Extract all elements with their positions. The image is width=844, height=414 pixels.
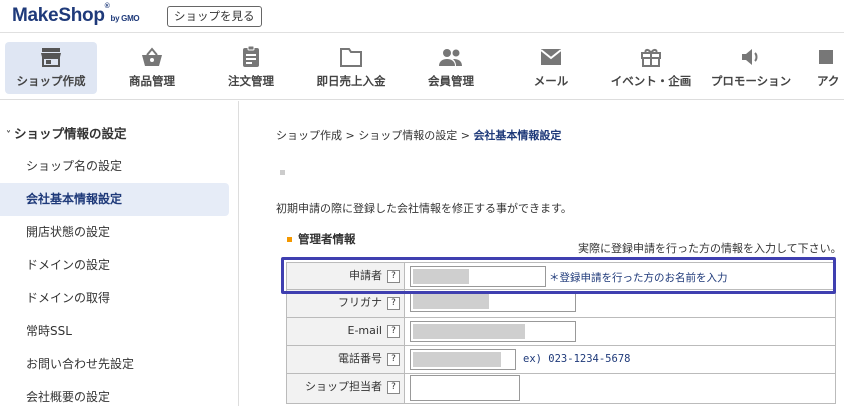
form-row-phone: 電話番号? ex) 023-1234-5678	[286, 346, 836, 374]
applicant-hint: ＊登録申請を行った方のお名前を入力	[549, 272, 728, 284]
furigana-input[interactable]	[410, 291, 576, 312]
sidebar: ˅ ショップ情報の設定 ショップ名の設定 会社基本情報設定 開店状態の設定 ドメイ…	[0, 101, 239, 406]
form-row-furigana: フリガナ?	[286, 290, 836, 318]
help-icon[interactable]: ?	[387, 325, 400, 338]
sidebar-section-shop-info[interactable]: ˅ ショップ情報の設定	[6, 123, 127, 142]
nav-access[interactable]: アク	[805, 42, 844, 94]
speaker-icon	[742, 49, 758, 65]
nav-members[interactable]: 会員管理	[405, 42, 497, 94]
form-row-applicant: 申請者? ＊登録申請を行った方のお名前を入力	[286, 262, 836, 290]
form-row-shop-manager: ショップ担当者?	[286, 374, 836, 404]
makeshop-logo[interactable]: MakeShop®by GMO	[12, 3, 140, 27]
partial-icon	[819, 50, 833, 64]
store-icon	[41, 48, 61, 67]
page-description: 初期申請の際に登録した会社情報を修正する事ができます。	[276, 202, 572, 215]
placeholder-square	[280, 170, 285, 175]
chevron-down-icon: ˅	[6, 130, 11, 141]
help-icon[interactable]: ?	[387, 297, 400, 310]
shop-manager-input[interactable]	[410, 375, 520, 401]
phone-hint: ex) 023-1234-5678	[523, 353, 631, 365]
nav-events[interactable]: イベント・企画	[605, 42, 697, 94]
clipboard-icon	[243, 46, 259, 67]
help-icon[interactable]: ?	[387, 353, 400, 366]
sidebar-item-company-overview[interactable]: 会社概要の設定	[0, 381, 229, 414]
help-icon[interactable]: ?	[387, 381, 400, 394]
phone-input[interactable]	[410, 349, 516, 370]
sidebar-item-ssl[interactable]: 常時SSL	[0, 315, 229, 348]
nav-orders[interactable]: 注文管理	[205, 42, 297, 94]
sidebar-item-shop-name[interactable]: ショップ名の設定	[0, 150, 229, 183]
sidebar-item-contact[interactable]: お問い合わせ先設定	[0, 348, 229, 381]
nav-products[interactable]: 商品管理	[106, 42, 198, 94]
main-nav: ショップ作成 商品管理 注文管理 即日売上入金 会員管理 メール イベント・企画…	[0, 34, 844, 100]
folder-icon	[340, 48, 362, 67]
email-input[interactable]	[410, 321, 576, 342]
nav-promotion[interactable]: プロモーション	[705, 42, 797, 94]
nav-same-day-payment[interactable]: 即日売上入金	[305, 42, 397, 94]
breadcrumb-current: 会社基本情報設定	[473, 129, 562, 142]
breadcrumb-shop-info[interactable]: ショップ情報の設定	[358, 129, 457, 142]
form-row-email: E-mail?	[286, 318, 836, 346]
sidebar-item-company-info[interactable]: 会社基本情報設定	[0, 183, 229, 216]
help-icon[interactable]: ?	[387, 270, 400, 283]
section-title-admin: 管理者情報	[287, 231, 356, 247]
bullet-square-icon	[287, 237, 292, 242]
nav-shop-create[interactable]: ショップ作成	[5, 42, 97, 94]
sidebar-item-domain-settings[interactable]: ドメインの設定	[0, 249, 229, 282]
section-note: 実際に登録申請を行った方の情報を入力して下さい。	[578, 242, 842, 255]
mail-icon	[540, 49, 562, 65]
people-icon	[439, 49, 462, 66]
sidebar-item-open-status[interactable]: 開店状態の設定	[0, 216, 229, 249]
applicant-input[interactable]	[410, 266, 546, 287]
shopping-basket-icon	[142, 47, 162, 66]
sidebar-item-domain-acquire[interactable]: ドメインの取得	[0, 282, 229, 315]
nav-mail[interactable]: メール	[505, 42, 597, 94]
breadcrumb: ショップ作成 > ショップ情報の設定 > 会社基本情報設定	[276, 129, 562, 142]
view-shop-button[interactable]: ショップを見る	[167, 6, 262, 27]
gift-icon	[641, 49, 661, 67]
breadcrumb-shop-create[interactable]: ショップ作成	[276, 129, 342, 142]
top-bar: MakeShop®by GMO ショップを見る	[0, 0, 844, 33]
